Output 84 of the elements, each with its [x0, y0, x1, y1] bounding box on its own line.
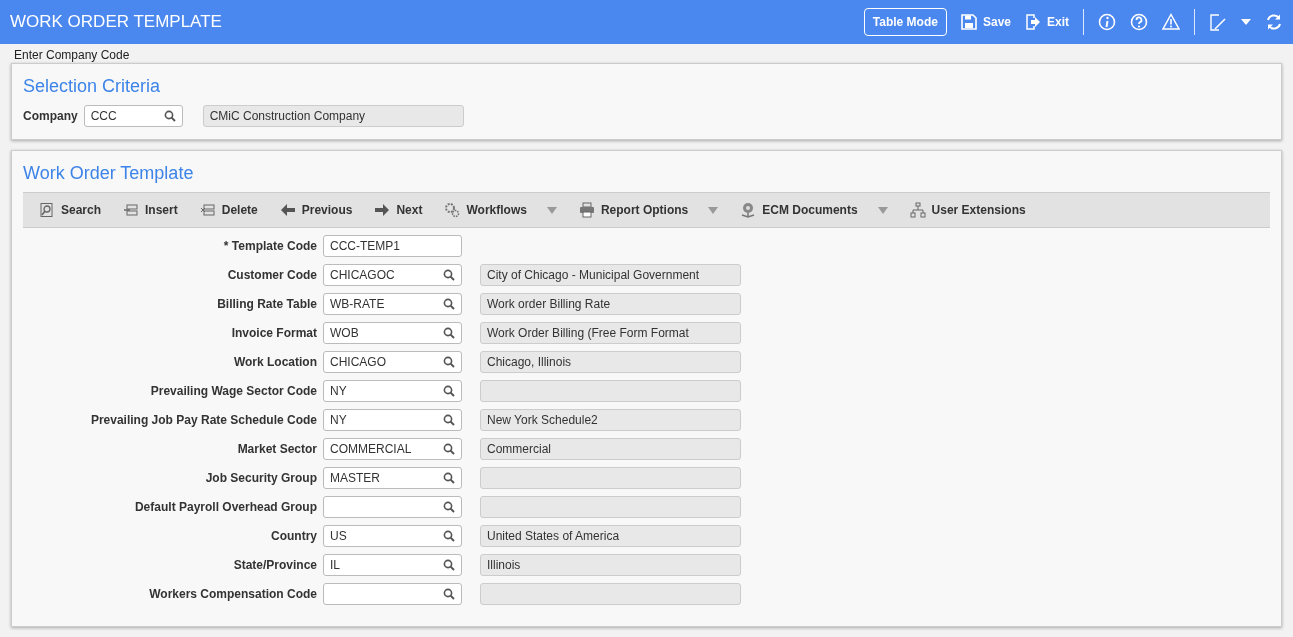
exit-button[interactable]: Exit: [1025, 14, 1069, 30]
company-field[interactable]: CCC: [83, 105, 183, 127]
search-icon[interactable]: [443, 327, 455, 339]
field-label: Market Sector: [236, 442, 317, 456]
window-title: WORK ORDER TEMPLATE: [10, 12, 222, 32]
lookup-field[interactable]: CHICAGOC: [323, 264, 462, 286]
edit-note-icon[interactable]: [1209, 13, 1227, 31]
right-arrow-icon: [374, 202, 391, 218]
exit-door-icon: [1025, 14, 1041, 30]
company-description: CMiC Construction Company: [202, 105, 464, 127]
lookup-field[interactable]: MASTER: [323, 467, 462, 489]
field-label: Prevailing Job Pay Rate Schedule Code: [89, 413, 317, 427]
status-hint: Enter Company Code: [13, 47, 131, 63]
search-icon[interactable]: [443, 443, 455, 455]
field-label: Country: [270, 529, 317, 543]
search-icon[interactable]: [443, 356, 455, 368]
toolbar-button[interactable]: Search: [39, 202, 102, 218]
field-label: Work Location: [232, 355, 317, 369]
field-label: Customer Code: [226, 268, 317, 282]
description-field: Chicago, Illinois: [480, 351, 741, 373]
lookup-field[interactable]: CHICAGO: [323, 351, 462, 373]
section-title: Selection Criteria: [23, 76, 162, 97]
save-button[interactable]: Save: [960, 14, 1011, 30]
caret-icon: [877, 206, 888, 214]
description-field: New York Schedule2: [480, 409, 741, 431]
search-icon[interactable]: [443, 472, 455, 484]
section-title: Work Order Template: [23, 163, 195, 184]
toolbar-button[interactable]: ECM Documents: [740, 202, 888, 218]
lookup-field[interactable]: US: [323, 525, 462, 547]
description-field: Work Order Billing (Free Form Format: [480, 322, 741, 344]
field-label: Workers Compensation Code: [148, 587, 317, 601]
lookup-field[interactable]: NY: [323, 409, 462, 431]
description-field: Commercial: [480, 438, 741, 460]
search-icon[interactable]: [443, 385, 455, 397]
input-field[interactable]: CCC-TEMP1: [323, 235, 462, 257]
printer-icon: [578, 202, 595, 218]
caret-icon[interactable]: [1241, 18, 1251, 26]
lookup-field[interactable]: [323, 496, 462, 518]
refresh-icon[interactable]: [1265, 13, 1283, 31]
lookup-field[interactable]: NY: [323, 380, 462, 402]
help-icon[interactable]: [1130, 13, 1148, 31]
field-label: Billing Rate Table: [216, 297, 317, 311]
hierarchy-icon: [909, 202, 926, 218]
toolbar-button[interactable]: User Extensions: [909, 202, 1026, 218]
search-icon[interactable]: [163, 110, 176, 122]
field-label: Prevailing Wage Sector Code: [149, 384, 317, 398]
description-field: City of Chicago - Municipal Government: [480, 264, 741, 286]
field-label: Invoice Format: [230, 326, 317, 340]
search-icon[interactable]: [443, 588, 455, 600]
warning-icon[interactable]: [1162, 13, 1180, 31]
field-label: Company: [23, 109, 78, 123]
toolbar-button[interactable]: Next: [374, 202, 423, 218]
lookup-field[interactable]: WOB: [323, 322, 462, 344]
field-label: State/Province: [232, 558, 317, 572]
search-icon[interactable]: [443, 269, 455, 281]
lookup-field[interactable]: [323, 583, 462, 605]
caret-icon: [546, 206, 557, 214]
left-arrow-icon: [279, 202, 296, 218]
toolbar-button[interactable]: Report Options: [578, 202, 719, 218]
pin-icon: [740, 202, 757, 218]
search-icon[interactable]: [443, 298, 455, 310]
lookup-field[interactable]: WB-RATE: [323, 293, 462, 315]
field-label: Default Payroll Overhead Group: [133, 500, 317, 514]
caret-icon: [708, 206, 719, 214]
search-icon[interactable]: [443, 414, 455, 426]
table-mode-button[interactable]: Table Mode: [863, 8, 947, 36]
toolbar-button[interactable]: Previous: [279, 202, 353, 218]
description-field: Illinois: [480, 554, 741, 576]
field-label: Job Security Group: [204, 471, 317, 485]
delete-row-icon: [199, 202, 216, 218]
toolbar-button[interactable]: Workflows: [444, 202, 557, 218]
search-icon[interactable]: [443, 559, 455, 571]
lookup-field[interactable]: COMMERCIAL: [323, 438, 462, 460]
description-field: United States of America: [480, 525, 741, 547]
toolbar-button[interactable]: Delete: [199, 202, 258, 218]
description-field: Work order Billing Rate: [480, 293, 741, 315]
insert-row-icon: [123, 202, 140, 218]
field-label: * Template Code: [222, 239, 317, 253]
lookup-field[interactable]: IL: [323, 554, 462, 576]
search-icon[interactable]: [443, 501, 455, 513]
toolbar-button[interactable]: Insert: [123, 202, 178, 218]
info-icon[interactable]: [1098, 13, 1116, 31]
search-icon[interactable]: [443, 530, 455, 542]
search-icon: [39, 202, 55, 218]
